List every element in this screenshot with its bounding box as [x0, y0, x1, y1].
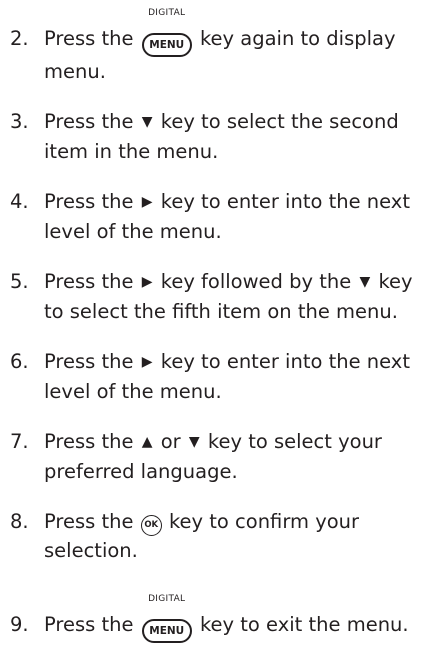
step-text-before: Press the — [44, 27, 134, 50]
step-text: Press the DIGITAL MENU key to exit the m… — [44, 586, 438, 643]
menu-key-label: MENU — [141, 619, 192, 643]
ok-key-icon: OK — [140, 515, 162, 536]
down-arrow-icon: ▼ — [188, 434, 200, 450]
right-arrow-icon: ▶ — [141, 354, 153, 370]
digital-caption: DIGITAL — [148, 594, 186, 604]
down-arrow-icon: ▼ — [141, 114, 153, 130]
step-text: Press the ▶ key followed by the ▼ key to… — [44, 267, 438, 326]
step-7: 7. Press the ▲ or ▼ key to select your p… — [10, 427, 438, 486]
step-text-a: Press the — [44, 190, 134, 213]
step-text-b: or — [160, 430, 181, 453]
step-4: 4. Press the ▶ key to enter into the nex… — [10, 187, 438, 246]
step-text: Press the OK key to confirm your selecti… — [44, 507, 438, 565]
step-text-b: key followed by the — [160, 270, 352, 293]
step-8: 8. Press the OK key to confirm your sele… — [10, 507, 438, 565]
step-5: 5. Press the ▶ key followed by the ▼ key… — [10, 267, 438, 326]
step-text-a: Press the — [44, 270, 134, 293]
step-9: 9. Press the DIGITAL MENU key to exit th… — [10, 586, 438, 643]
step-number: 5. — [10, 270, 29, 293]
step-text-a: Press the — [44, 510, 134, 533]
step-number: 3. — [10, 110, 29, 133]
menu-key-label: MENU — [141, 33, 192, 57]
digital-menu-key-icon: DIGITAL MENU — [141, 8, 192, 57]
step-text-before: Press the — [44, 613, 134, 636]
right-arrow-icon: ▶ — [141, 274, 153, 290]
step-number: 9. — [10, 613, 29, 636]
right-arrow-icon: ▶ — [141, 194, 153, 210]
up-arrow-icon: ▲ — [141, 434, 153, 450]
digital-menu-key-icon: DIGITAL MENU — [141, 594, 192, 643]
step-3: 3. Press the ▼ key to select the second … — [10, 107, 438, 166]
step-number: 8. — [10, 510, 29, 533]
step-number: 6. — [10, 350, 29, 373]
step-text-a: Press the — [44, 110, 134, 133]
step-text-a: Press the — [44, 350, 134, 373]
step-number: 7. — [10, 430, 29, 453]
step-6: 6. Press the ▶ key to enter into the nex… — [10, 347, 438, 406]
down-arrow-icon: ▼ — [359, 274, 371, 290]
step-text: Press the ▼ key to select the second ite… — [44, 107, 438, 166]
step-text: Press the DIGITAL MENU key again to disp… — [44, 0, 438, 86]
step-text-a: Press the — [44, 430, 134, 453]
step-text: Press the ▶ key to enter into the next l… — [44, 187, 438, 246]
step-text-after: key to exit the menu. — [199, 613, 409, 636]
step-text: Press the ▶ key to enter into the next l… — [44, 347, 438, 406]
instruction-list: 2. Press the DIGITAL MENU key again to d… — [10, 0, 438, 664]
digital-caption: DIGITAL — [148, 8, 186, 18]
step-2: 2. Press the DIGITAL MENU key again to d… — [10, 0, 438, 86]
step-number: 4. — [10, 190, 29, 213]
step-text: Press the ▲ or ▼ key to select your pref… — [44, 427, 438, 486]
step-number: 2. — [10, 27, 29, 50]
